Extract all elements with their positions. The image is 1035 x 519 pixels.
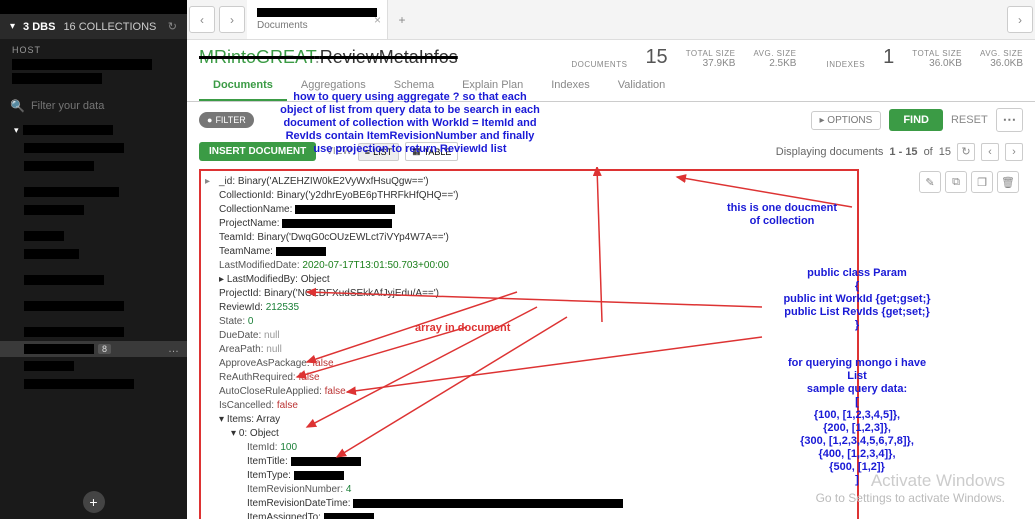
collection-item[interactable] — [0, 183, 187, 201]
tab-schema[interactable]: Schema — [380, 71, 448, 101]
refresh-icon[interactable]: ↻ — [957, 143, 975, 161]
collection-item[interactable] — [0, 227, 187, 245]
search-icon: 🔍 — [10, 99, 25, 113]
nav-back-button[interactable]: ‹ — [189, 6, 215, 33]
db-group[interactable] — [0, 121, 187, 139]
collection-item[interactable] — [0, 323, 187, 341]
sidebar-tree[interactable]: 8 — [0, 117, 187, 519]
breadcrumb[interactable]: MRintoGREAT.ReviewMetaInfos — [199, 47, 458, 68]
copy-icon[interactable]: ⧉ — [945, 171, 967, 193]
sub-tabs: Documents Aggregations Schema Explain Pl… — [187, 71, 1035, 102]
indexes-count: 1 — [883, 46, 894, 69]
chevron-down-icon: ▾ — [10, 21, 15, 32]
collection-item[interactable] — [0, 297, 187, 315]
refresh-icon[interactable]: ↻ — [168, 20, 177, 33]
chevron-right-icon[interactable]: ▸ — [205, 175, 210, 189]
nav-menu-button[interactable]: › — [1007, 6, 1033, 33]
workspace-tab[interactable]: Documents × — [247, 0, 388, 39]
next-page-button[interactable]: › — [1005, 143, 1023, 161]
view-table-button[interactable]: ▦ TABLE — [405, 142, 458, 161]
sidebar-header[interactable]: ▾ 3 DBS 16 COLLECTIONS ↻ — [0, 14, 187, 39]
reset-button[interactable]: RESET — [951, 114, 988, 126]
close-icon[interactable]: × — [374, 13, 381, 27]
collection-item[interactable] — [0, 201, 187, 219]
prev-page-button[interactable]: ‹ — [981, 143, 999, 161]
sidebar-search-input[interactable] — [31, 100, 177, 112]
view-list-button[interactable]: ≡ LIST — [358, 143, 399, 161]
tab-explain[interactable]: Explain Plan — [448, 71, 537, 101]
host-label: HOST — [0, 39, 187, 57]
find-button[interactable]: FIND — [889, 109, 943, 131]
tab-indexes[interactable]: Indexes — [537, 71, 604, 101]
edit-icon[interactable]: ✎ — [919, 171, 941, 193]
new-tab-button[interactable]: + — [388, 0, 416, 39]
sidebar: ▾ 3 DBS 16 COLLECTIONS ↻ HOST 🔍 8 + — [0, 0, 187, 519]
collection-item[interactable] — [0, 357, 187, 375]
documents-count: 15 — [645, 46, 667, 69]
collection-item[interactable] — [0, 245, 187, 263]
add-button[interactable]: + — [83, 491, 105, 513]
delete-icon[interactable]: 🗑 — [997, 171, 1019, 193]
insert-document-button[interactable]: INSERT DOCUMENT — [199, 142, 316, 161]
collection-item[interactable] — [0, 139, 187, 157]
collection-item-selected[interactable]: 8 — [0, 341, 187, 357]
options-button[interactable]: ▸ OPTIONS — [811, 111, 882, 130]
nav-fwd-button[interactable]: › — [219, 6, 245, 33]
tab-validation[interactable]: Validation — [604, 71, 680, 101]
collections-count: 16 COLLECTIONS — [63, 21, 156, 33]
filter-pill[interactable]: ● FILTER — [199, 112, 254, 128]
tab-aggregations[interactable]: Aggregations — [287, 71, 380, 101]
collection-item[interactable] — [0, 157, 187, 175]
tab-documents[interactable]: Documents — [199, 71, 287, 101]
more-button[interactable]: ⋯ — [996, 108, 1023, 132]
tab-bar: ‹ › Documents × + › — [187, 0, 1035, 40]
db-count: 3 DBS — [23, 21, 55, 33]
main: ‹ › Documents × + › MRintoGREAT.ReviewMe… — [187, 0, 1035, 519]
collection-item[interactable] — [0, 375, 187, 393]
collection-item[interactable] — [0, 271, 187, 289]
document-card[interactable]: ▸ _id: Binary('ALZEHZIW0kE2VyWxfHsuQgw==… — [199, 169, 859, 519]
clone-icon[interactable]: ❐ — [971, 171, 993, 193]
collection-stats: DOCUMENTS 15 TOTAL SIZE37.9KB AVG. SIZE2… — [571, 46, 1023, 69]
document-pagination: Displaying documents 1 - 15 of 15 ↻ ‹ › — [776, 143, 1023, 161]
